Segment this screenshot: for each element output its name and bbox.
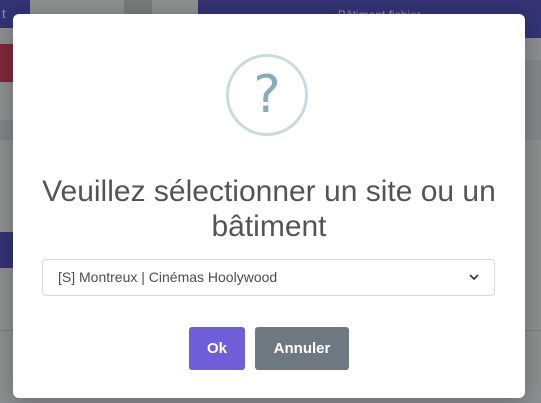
cancel-button[interactable]: Annuler (255, 327, 349, 370)
question-icon: ? (226, 54, 308, 136)
selection-dialog: ? Veuillez sélectionner un site ou un bâ… (13, 14, 525, 398)
site-select-value: [S] Montreux | Cinémas Hoolywood (58, 269, 278, 285)
site-select[interactable]: [S] Montreux | Cinémas Hoolywood (42, 259, 495, 296)
ok-button[interactable]: Ok (189, 327, 245, 370)
dialog-title: Veuillez sélectionner un site ou un bâti… (42, 175, 496, 243)
chevron-down-icon (469, 274, 479, 280)
